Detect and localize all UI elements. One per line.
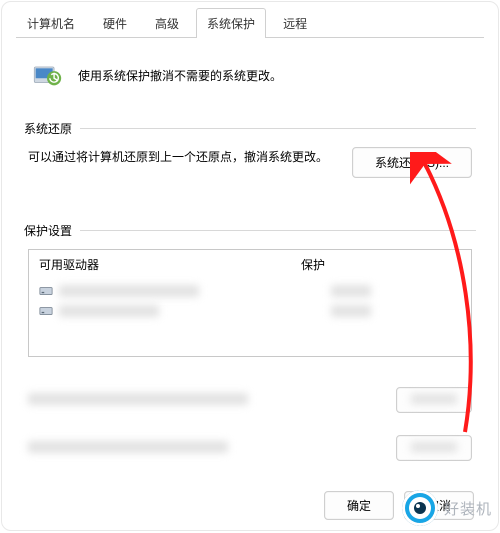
tabs-bar: 计算机名 硬件 高级 系统保护 远程 bbox=[2, 2, 498, 38]
watermark: 好装机 bbox=[402, 490, 492, 526]
section-restore-header: 系统还原 bbox=[24, 120, 476, 137]
section-restore-title: 系统还原 bbox=[24, 120, 72, 137]
intro-text: 使用系统保护撤消不需要的系统更改。 bbox=[78, 67, 282, 84]
tab-computername[interactable]: 计算机名 bbox=[16, 8, 86, 38]
create-text-blurred bbox=[28, 441, 228, 456]
section-protect-header: 保护设置 bbox=[24, 222, 476, 239]
divider bbox=[80, 128, 476, 129]
ok-button[interactable]: 确定 bbox=[324, 491, 394, 520]
tab-content: 使用系统保护撤消不需要的系统更改。 系统还原 可以通过将计算机还原到上一个还原点… bbox=[2, 39, 498, 491]
column-drive: 可用驱动器 bbox=[39, 256, 119, 273]
watermark-logo-icon bbox=[402, 490, 438, 526]
create-row bbox=[28, 435, 472, 461]
create-button[interactable] bbox=[396, 435, 472, 461]
column-protection: 保护 bbox=[301, 256, 461, 276]
drive-name-blurred bbox=[59, 305, 159, 317]
configure-button[interactable] bbox=[396, 387, 472, 413]
restore-row: 可以通过将计算机还原到上一个还原点，撤消系统更改。 系统还原(S)... bbox=[24, 147, 476, 178]
tab-remote[interactable]: 远程 bbox=[272, 8, 318, 38]
config-row bbox=[28, 387, 472, 413]
system-properties-window: 计算机名 硬件 高级 系统保护 远程 使用系统保护撤消不需要的系统更改。 系统还… bbox=[1, 1, 499, 531]
intro-row: 使用系统保护撤消不需要的系统更改。 bbox=[24, 47, 476, 110]
system-restore-button[interactable]: 系统还原(S)... bbox=[352, 147, 472, 178]
restore-description: 可以通过将计算机还原到上一个还原点，撤消系统更改。 bbox=[28, 147, 340, 167]
drive-name-blurred bbox=[59, 285, 199, 297]
drive-icon bbox=[39, 304, 53, 318]
watermark-text: 好装机 bbox=[444, 498, 492, 519]
section-protect-title: 保护设置 bbox=[24, 222, 72, 239]
tab-hardware[interactable]: 硬件 bbox=[92, 8, 138, 38]
drives-header: 可用驱动器 保护 bbox=[29, 250, 471, 281]
drive-row[interactable] bbox=[29, 301, 471, 321]
restore-shield-icon bbox=[30, 57, 64, 94]
drive-row[interactable] bbox=[29, 281, 471, 301]
tab-systemprotection[interactable]: 系统保护 bbox=[196, 8, 266, 38]
drive-protection-blurred bbox=[331, 285, 371, 297]
tab-advanced[interactable]: 高级 bbox=[144, 8, 190, 38]
drives-listbox[interactable]: 可用驱动器 保护 bbox=[28, 249, 472, 357]
config-area bbox=[24, 387, 476, 461]
divider bbox=[80, 230, 476, 231]
drive-protection-blurred bbox=[331, 305, 371, 317]
config-text-blurred bbox=[28, 393, 248, 408]
drive-icon bbox=[39, 284, 53, 298]
